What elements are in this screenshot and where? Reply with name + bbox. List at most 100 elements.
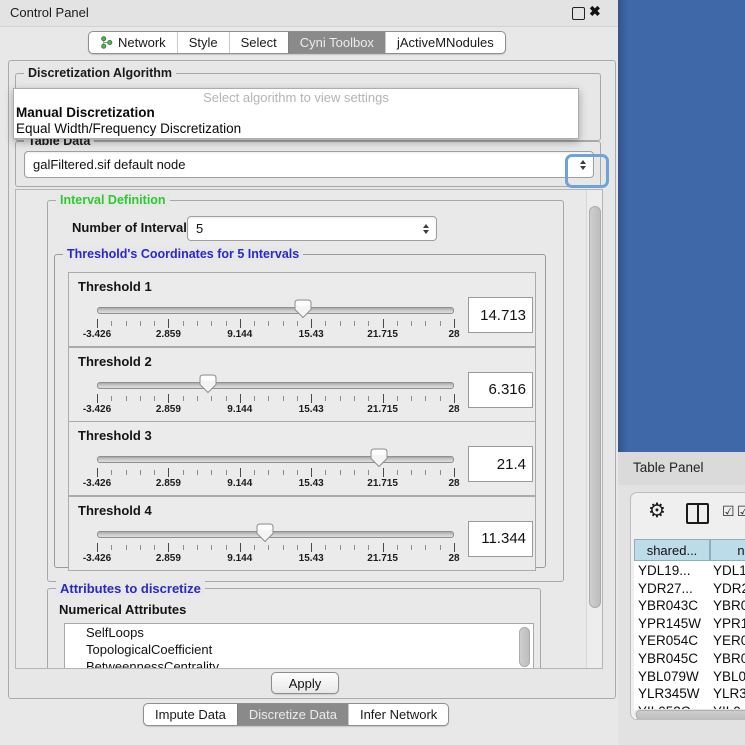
slider-track[interactable] <box>97 382 454 389</box>
table-cell[interactable]: YPR145W <box>638 616 701 631</box>
number-of-intervals-value: 5 <box>196 221 203 236</box>
tab-label: jActiveMNodules <box>397 35 494 50</box>
float-icon[interactable] <box>572 7 585 20</box>
tab-label: Discretize Data <box>249 707 337 722</box>
control-panel-titlebar: Control Panel ✖ <box>0 0 618 27</box>
tab-label: Impute Data <box>155 707 226 722</box>
slider-ticks <box>97 543 454 552</box>
table-panel-titlebar: Table Panel <box>618 452 745 486</box>
table-cell[interactable]: YBR0 <box>713 651 745 666</box>
tab-select[interactable]: Select <box>229 32 288 53</box>
threshold-value-field[interactable]: 11.344 <box>468 521 533 557</box>
gear-icon[interactable]: ⚙ <box>648 498 666 523</box>
attribute-item[interactable]: BetweennessCentrality <box>65 658 533 669</box>
close-icon[interactable]: ✖ <box>589 3 601 20</box>
table-panel-title: Table Panel <box>633 460 704 475</box>
settings-vertical-scrollbar[interactable] <box>586 190 602 668</box>
hscroll-thumb[interactable] <box>636 710 745 720</box>
slider-tick-labels: -3.4262.8599.14415.4321.71528 <box>97 553 454 565</box>
checkbox-icon[interactable]: ☑ <box>722 505 735 517</box>
tab-discretize-data[interactable]: Discretize Data <box>237 704 348 725</box>
slider-track[interactable] <box>97 456 454 463</box>
table-cell[interactable]: YDL1 <box>713 563 745 578</box>
table-cell[interactable]: YDR2 <box>713 581 745 596</box>
table-cell[interactable]: YPR1 <box>713 616 745 631</box>
control-panel: Control Panel ✖ Network StyleSelectCyni T… <box>0 0 618 745</box>
attribute-list-scrollbar[interactable] <box>519 627 530 667</box>
bottom-tab-bar: Impute Data Discretize Data Infer Network <box>143 703 449 726</box>
slider-tick-labels: -3.4262.8599.14415.4321.71528 <box>97 404 454 416</box>
group-title: Interval Definition <box>56 193 170 207</box>
slider-handle[interactable] <box>294 299 312 319</box>
table-data-group: Table Data galFiltered.sif default node <box>15 141 601 187</box>
table-cell[interactable]: YLR345W <box>638 686 700 701</box>
attribute-item[interactable]: SelfLoops <box>65 624 533 641</box>
tab-jactivemnodules[interactable]: jActiveMNodules <box>385 32 505 53</box>
threshold-panel: Threshold 1 -3.4262.8599.14415.4321.71528… <box>68 272 536 347</box>
table-cell[interactable]: YDL19... <box>638 563 691 578</box>
node-table: shared...n YDL19... YDL1 YDR27... YDR2 YBR043… <box>634 539 745 720</box>
number-of-intervals-combobox[interactable]: 5 <box>187 216 437 241</box>
tab-cyni-toolbox[interactable]: Cyni Toolbox <box>288 32 385 53</box>
slider-handle[interactable] <box>370 448 388 468</box>
slider-track[interactable] <box>97 531 454 538</box>
table-cell[interactable]: YER054C <box>638 633 698 648</box>
slider-handle[interactable] <box>199 374 217 394</box>
network-tab-icon <box>100 36 113 49</box>
table-cell[interactable]: YDR27... <box>638 581 693 596</box>
table-cell[interactable]: YLR3 <box>713 686 745 701</box>
checkbox-icon[interactable]: ☑ <box>737 505 745 517</box>
table-cell[interactable]: YBR045C <box>638 651 698 666</box>
table-header-name[interactable]: n <box>710 539 745 561</box>
threshold-value-field[interactable]: 6.316 <box>468 372 533 408</box>
table-cell[interactable]: YBR0 <box>713 598 745 613</box>
numerical-attributes-label: Numerical Attributes <box>59 602 186 617</box>
top-tab-bar: Network StyleSelectCyni Toolbox jActiveMNo… <box>88 31 506 54</box>
split-view-icon[interactable] <box>686 503 709 524</box>
threshold-label: Threshold 4 <box>78 503 152 518</box>
table-cell[interactable]: YBL0 <box>713 669 745 684</box>
slider-track[interactable] <box>97 307 454 314</box>
numerical-attributes-list[interactable]: SelfLoopsTopologicalCoefficientBetweenne… <box>64 623 534 669</box>
attributes-group: Attributes to discretize Numerical Attri… <box>47 588 541 669</box>
algorithm-dropdown-popup: Select algorithm to view settings Manual… <box>13 88 579 139</box>
table-horizontal-scrollbar[interactable] <box>634 709 745 719</box>
table-cell[interactable]: YBR043C <box>638 598 698 613</box>
attribute-item[interactable]: TopologicalCoefficient <box>65 641 533 658</box>
threshold-label: Threshold 3 <box>78 428 152 443</box>
table-cell[interactable]: YBL079W <box>638 669 699 684</box>
algorithm-option[interactable]: Equal Width/Frequency Discretization <box>16 121 241 136</box>
threshold-panel: Threshold 3 -3.4262.8599.14415.4321.71528… <box>68 421 536 496</box>
cyni-toolbox-panel: Discretization Algorithm Table Data galF… <box>8 60 616 699</box>
tab-network[interactable]: Network <box>89 32 177 53</box>
algorithm-prompt: Select algorithm to view settings <box>14 90 578 105</box>
threshold-value-field[interactable]: 21.4 <box>468 446 533 482</box>
tab-label: Infer Network <box>360 707 437 722</box>
threshold-panel: Threshold 2 -3.4262.8599.14415.4321.71528… <box>68 347 536 422</box>
group-title: Discretization Algorithm <box>24 66 176 80</box>
algorithm-combobox-focus-ring <box>565 154 609 188</box>
slider-tick-labels: -3.4262.8599.14415.4321.71528 <box>97 478 454 490</box>
network-view-window[interactable]: GAL80GACGAL11GAL4GCY1HHAP2 <box>618 0 745 452</box>
algorithm-option[interactable]: Manual Discretization <box>16 105 155 120</box>
tab-impute-data[interactable]: Impute Data <box>144 704 237 725</box>
table-header-shared-name[interactable]: shared... <box>634 539 710 561</box>
threshold-value-field[interactable]: 14.713 <box>468 297 533 333</box>
threshold-panel: Threshold 4 -3.4262.8599.14415.4321.71528… <box>68 496 536 571</box>
table-data-combobox-value: galFiltered.sif default node <box>33 157 185 172</box>
threshold-label: Threshold 2 <box>78 354 152 369</box>
slider-handle[interactable] <box>256 523 274 543</box>
slider-tick-labels: -3.4262.8599.14415.4321.71528 <box>97 329 454 341</box>
apply-button[interactable]: Apply <box>271 672 339 694</box>
number-of-intervals-label: Number of Intervals <box>72 220 194 235</box>
tab-label: Network <box>118 35 166 50</box>
tab-style[interactable]: Style <box>177 32 229 53</box>
table-cell[interactable]: YER0 <box>713 633 745 648</box>
group-title: Threshold's Coordinates for 5 Intervals <box>63 247 303 261</box>
tab-infer-network[interactable]: Infer Network <box>348 704 448 725</box>
group-title: Attributes to discretize <box>56 581 205 596</box>
table-data-combobox[interactable]: galFiltered.sif default node <box>24 151 594 178</box>
settings-scrollbar-thumb[interactable] <box>589 206 601 608</box>
threshold-label: Threshold 1 <box>78 279 152 294</box>
slider-ticks <box>97 394 454 403</box>
